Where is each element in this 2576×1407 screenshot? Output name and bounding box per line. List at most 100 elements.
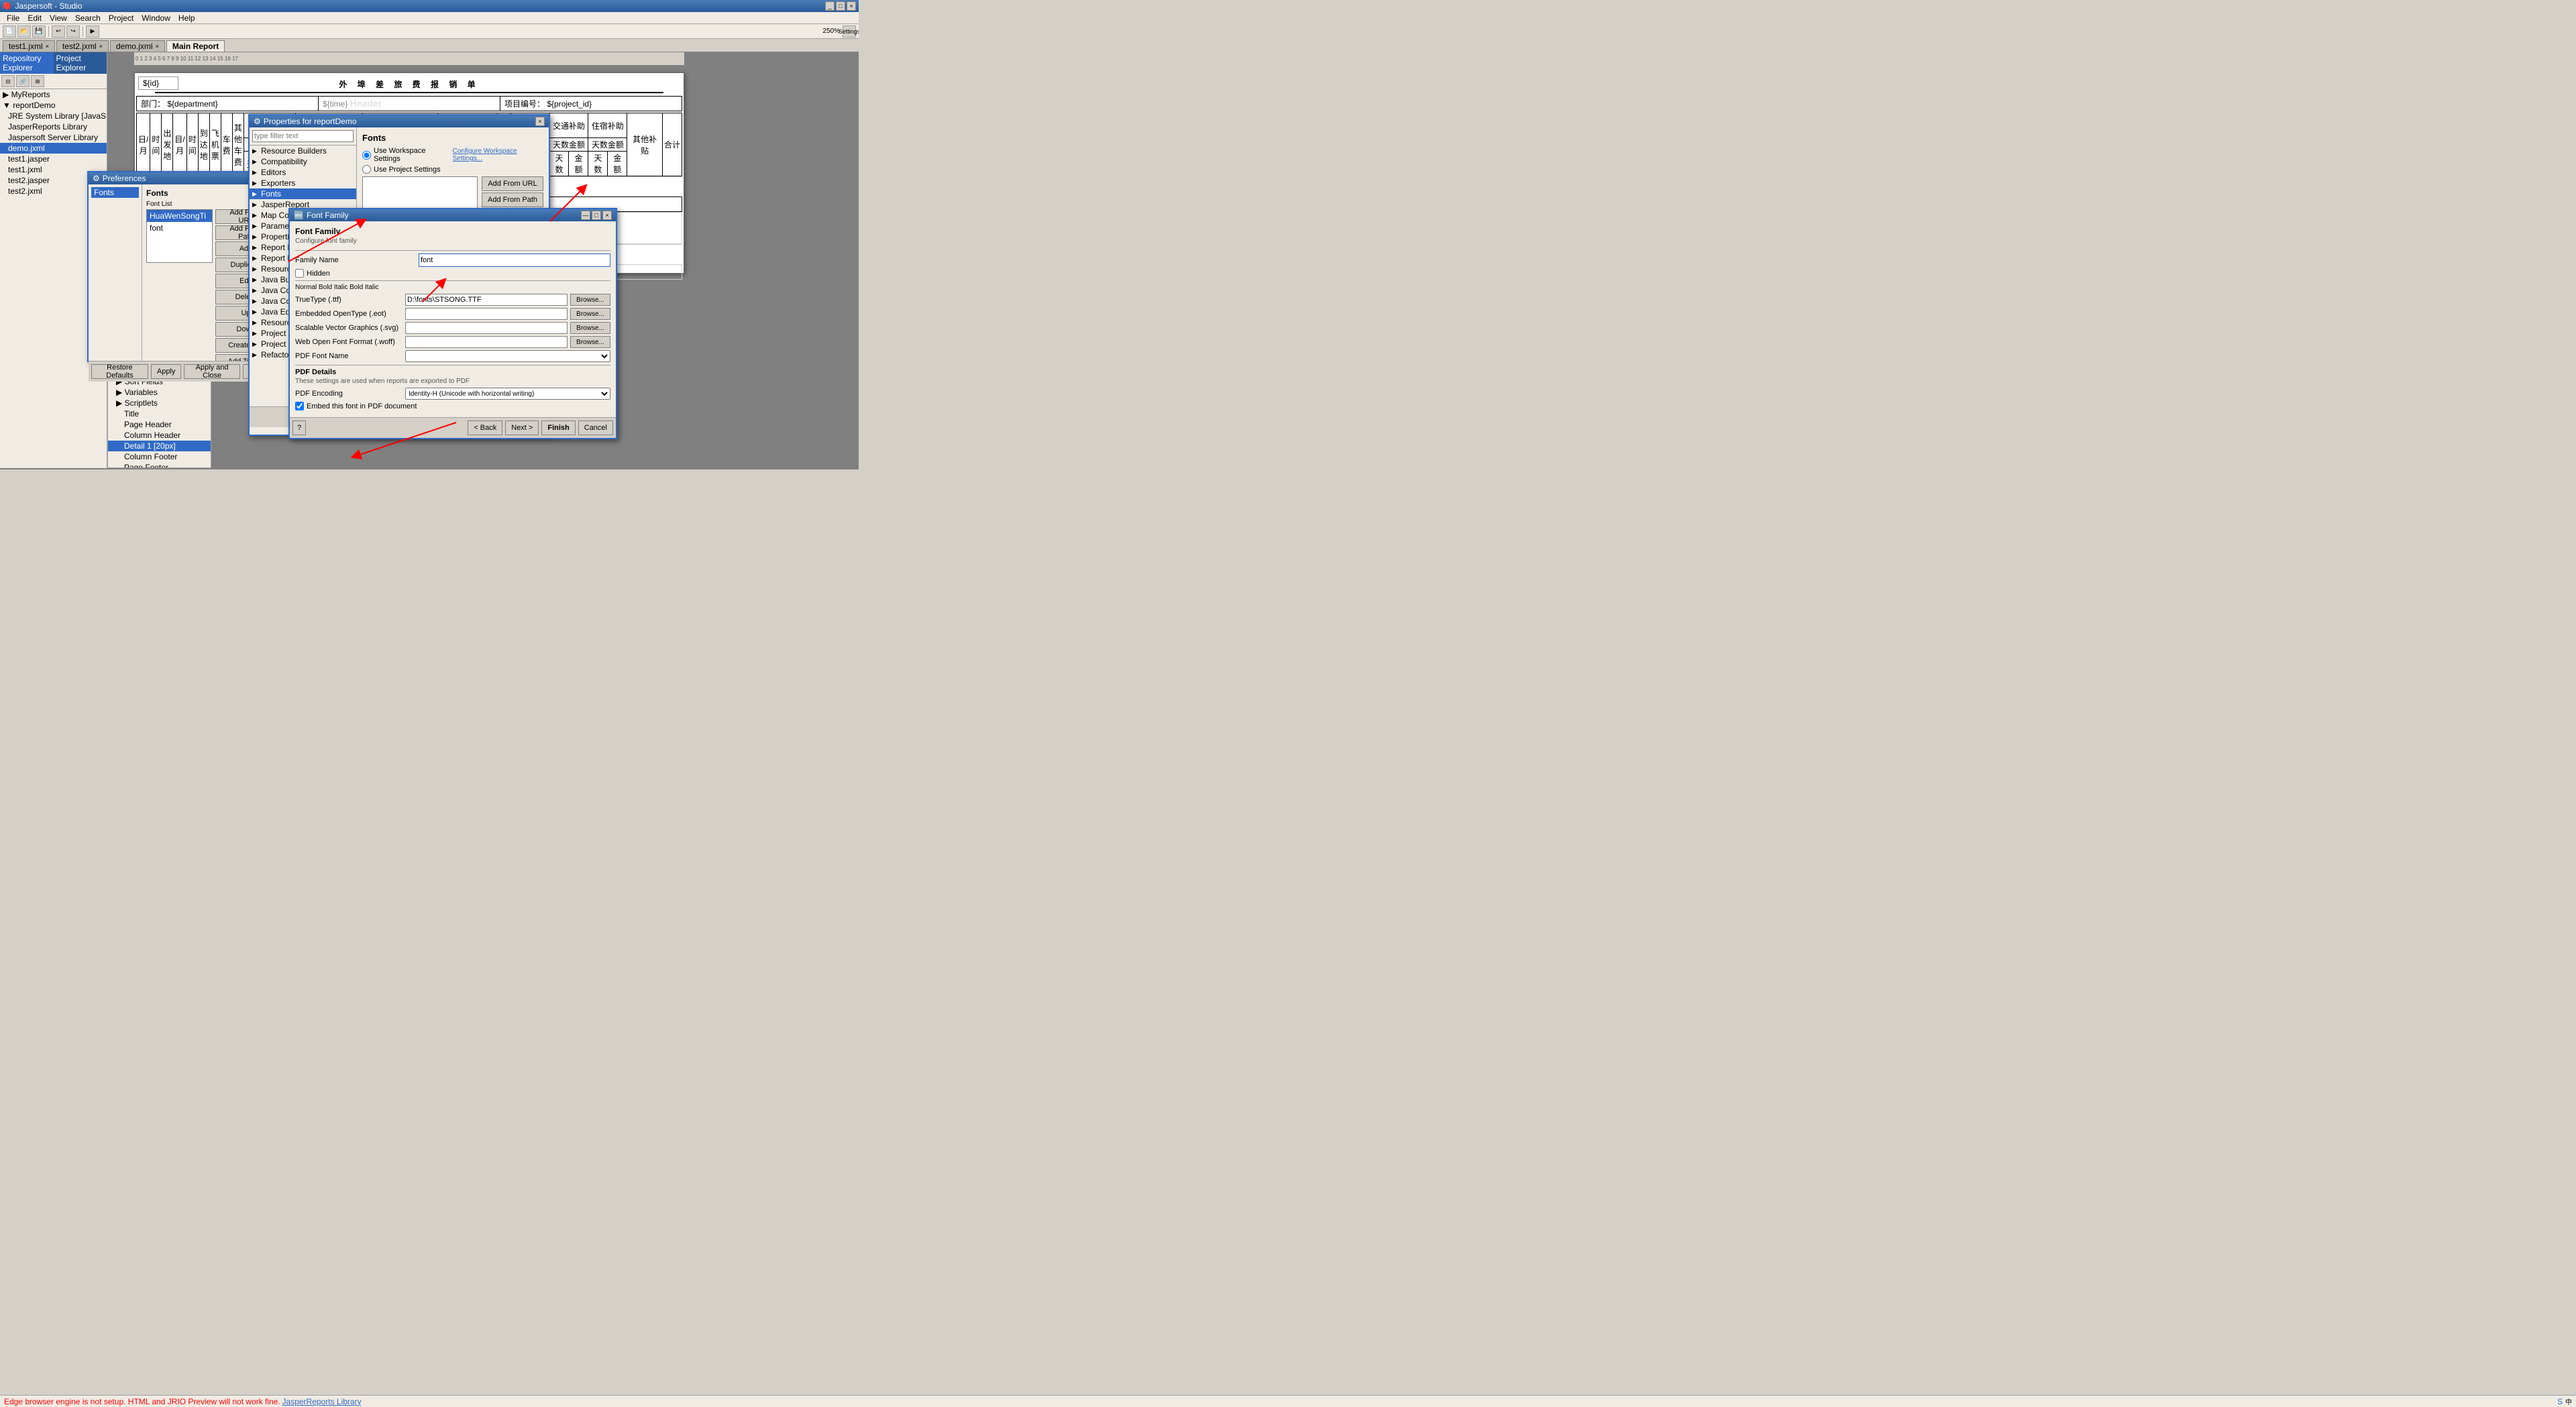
- toolbar-new[interactable]: 📄: [3, 25, 16, 38]
- props-tree-exporters[interactable]: ▶ Exporters: [250, 178, 356, 188]
- ff-embed-checkbox[interactable]: [295, 402, 304, 410]
- minimize-btn[interactable]: _: [825, 1, 835, 11]
- ff-truetype-input[interactable]: [405, 294, 568, 306]
- maximize-btn[interactable]: □: [836, 1, 845, 11]
- ff-woff-label: Web Open Font Format (.woff): [295, 338, 402, 346]
- toolbar-save[interactable]: 💾: [32, 25, 46, 38]
- id-field: ${id}: [138, 76, 178, 90]
- tab-test2[interactable]: test2.jxml ×: [56, 40, 109, 52]
- props-add-from-url[interactable]: Add From URL: [482, 176, 543, 191]
- outline-variables[interactable]: ▶ Variables: [108, 387, 211, 398]
- ff-pdf-encoding-select[interactable]: Identity-H (Unicode with horizontal writ…: [405, 388, 610, 400]
- ff-truetype-label: TrueType (.ttf): [295, 296, 402, 304]
- menu-edit[interactable]: Edit: [23, 12, 46, 23]
- props-workspace-radio[interactable]: [362, 151, 371, 160]
- outline-page-header[interactable]: Page Header: [108, 419, 211, 430]
- ff-back-btn[interactable]: < Back: [468, 420, 502, 435]
- prefs-tree-fonts[interactable]: Fonts: [91, 187, 139, 198]
- props-tree-fonts[interactable]: ▶ Fonts: [250, 188, 356, 199]
- menu-file[interactable]: File: [3, 12, 23, 23]
- expand-btn[interactable]: ⊞: [31, 75, 44, 87]
- props-close[interactable]: ×: [535, 117, 545, 126]
- props-tree-resource[interactable]: ▶ Resource Builders: [250, 146, 356, 156]
- tab-demo[interactable]: demo.jxml ×: [110, 40, 165, 52]
- tree-my-reports[interactable]: ▶ MyReports: [0, 89, 107, 100]
- ff-cancel-btn[interactable]: Cancel: [578, 420, 613, 435]
- ff-maximize[interactable]: □: [592, 211, 601, 220]
- outline-page-footer[interactable]: Page Footer: [108, 462, 211, 468]
- collapse-btn[interactable]: ⊟: [1, 75, 15, 87]
- prefs-font-item-1[interactable]: font: [147, 222, 212, 234]
- tree-jre[interactable]: JRE System Library [JavaSE-11]: [0, 111, 107, 121]
- ff-sep1: [295, 250, 610, 251]
- ff-eot-input[interactable]: [405, 308, 568, 320]
- close-btn[interactable]: ×: [847, 1, 856, 11]
- ff-woff-input[interactable]: [405, 336, 568, 348]
- ff-woff-browse[interactable]: Browse...: [570, 336, 610, 348]
- props-tree-editors[interactable]: ▶ Editors: [250, 167, 356, 178]
- menu-bar: File Edit View Search Project Window Hel…: [0, 12, 859, 24]
- link-btn[interactable]: 🔗: [16, 75, 30, 87]
- repository-explorer-header[interactable]: Repository Explorer: [0, 52, 54, 74]
- ff-help-btn[interactable]: ?: [292, 420, 306, 435]
- tree-test1-jasper[interactable]: test1.jasper: [0, 154, 107, 164]
- prefs-restore-defaults-btn[interactable]: Restore Defaults: [91, 364, 148, 379]
- props-filter-input[interactable]: [252, 130, 354, 142]
- project-explorer-header[interactable]: Project Explorer: [54, 52, 107, 74]
- toolbar-run[interactable]: ▶: [86, 25, 99, 38]
- tree-jasper-lib[interactable]: JasperReports Library: [0, 121, 107, 132]
- ff-hidden-checkbox[interactable]: [295, 269, 304, 278]
- preferences-icon: ⚙: [93, 174, 100, 183]
- configure-link[interactable]: Configure Workspace Settings...: [453, 148, 543, 162]
- ff-svg-label: Scalable Vector Graphics (.svg): [295, 324, 402, 332]
- menu-view[interactable]: View: [46, 12, 71, 23]
- tree-report-demo[interactable]: ▼ reportDemo: [0, 100, 107, 111]
- title-bar: 🔴 Jaspersoft - Studio _ □ ×: [0, 0, 859, 12]
- ff-family-name-row: Family Name: [295, 254, 610, 267]
- toolbar-undo[interactable]: ↩: [52, 25, 65, 38]
- close-tab-test1[interactable]: ×: [46, 43, 49, 50]
- outline-column-header[interactable]: Column Header: [108, 430, 211, 441]
- tree-demo-jxml[interactable]: demo.jxml: [0, 143, 107, 154]
- ff-pdf-font-select[interactable]: [405, 350, 610, 362]
- menu-search[interactable]: Search: [71, 12, 105, 23]
- ff-minimize[interactable]: —: [581, 211, 590, 220]
- toolbar-redo[interactable]: ↪: [66, 25, 80, 38]
- prefs-font-item-0[interactable]: HuaWenSongTi: [147, 210, 212, 222]
- app-icon: 🔴: [3, 3, 11, 10]
- prefs-apply-btn[interactable]: Apply: [151, 364, 182, 379]
- ff-close[interactable]: ×: [602, 211, 612, 220]
- close-tab-demo[interactable]: ×: [156, 43, 159, 50]
- menu-help[interactable]: Help: [174, 12, 199, 23]
- ff-truetype-browse[interactable]: Browse...: [570, 294, 610, 306]
- outline-detail[interactable]: Detail 1 [20px]: [108, 441, 211, 451]
- ff-eot-browse[interactable]: Browse...: [570, 308, 610, 320]
- ff-finish-btn[interactable]: Finish: [541, 420, 575, 435]
- props-add-from-path[interactable]: Add From Path: [482, 192, 543, 207]
- outline-scriptlets[interactable]: ▶ Scriptlets: [108, 398, 211, 408]
- report-row1: 部门： ${department} ${time} Header 项目编号： $…: [136, 96, 682, 111]
- prefs-apply-close-btn[interactable]: Apply and Close: [184, 364, 239, 379]
- tab-test1[interactable]: test1.jxml ×: [3, 40, 55, 52]
- ff-next-btn[interactable]: Next >: [505, 420, 539, 435]
- tab-main-report[interactable]: Main Report: [166, 40, 225, 52]
- props-tree-compat[interactable]: ▶ Compatibility: [250, 156, 356, 167]
- ff-title: Font Family: [295, 227, 610, 236]
- close-tab-test2[interactable]: ×: [99, 43, 103, 50]
- menu-project[interactable]: Project: [105, 12, 138, 23]
- app-title: Jaspersoft - Studio: [15, 1, 82, 11]
- props-project-radio[interactable]: [362, 165, 371, 174]
- props-fonts-title: Fonts: [362, 133, 543, 143]
- fontfamily-dialog: 🔤 Font Family — □ × Font Family Configur…: [288, 208, 617, 439]
- tree-jasper-server[interactable]: Jaspersoft Server Library: [0, 132, 107, 143]
- menu-window[interactable]: Window: [138, 12, 174, 23]
- ff-svg-browse[interactable]: Browse...: [570, 322, 610, 334]
- ff-svg-input[interactable]: [405, 322, 568, 334]
- outline-title[interactable]: Title: [108, 408, 211, 419]
- ff-family-name-input[interactable]: [419, 254, 610, 267]
- settings-btn[interactable]: Settings: [843, 25, 856, 38]
- toolbar-open[interactable]: 📂: [17, 25, 31, 38]
- outline-column-footer[interactable]: Column Footer: [108, 451, 211, 462]
- prefs-font-list[interactable]: HuaWenSongTi font: [146, 209, 213, 263]
- ff-hidden-label: Hidden: [307, 270, 330, 278]
